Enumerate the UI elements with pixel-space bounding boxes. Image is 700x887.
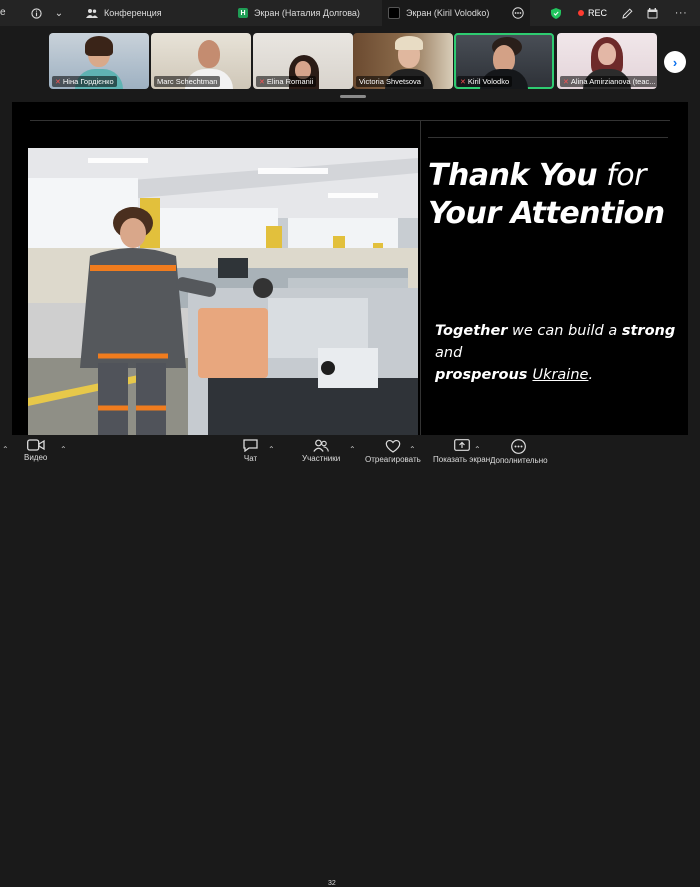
video-camera-icon	[26, 439, 45, 451]
chevron-up-icon[interactable]: ⌃	[268, 445, 275, 454]
rec-label: REC	[588, 8, 608, 18]
participant-tile[interactable]: Victoria Shvetsova	[353, 33, 453, 89]
participants-button[interactable]: Участники	[302, 439, 340, 463]
participant-name-tag: Marc Schechtman	[154, 76, 221, 87]
slide-divider	[428, 137, 668, 138]
chevron-up-icon[interactable]: ⌃	[474, 445, 481, 454]
subtitle-strong: strong	[621, 323, 676, 339]
participant-hair	[395, 36, 423, 50]
subtitle-strong: prosperous	[435, 367, 533, 383]
participant-name-tag: Victoria Shvetsova	[356, 76, 424, 87]
people-icon	[86, 9, 98, 18]
calendar-view-icon	[647, 7, 657, 18]
chat-bubble-icon	[243, 439, 258, 452]
chat-button[interactable]: Чат	[243, 439, 258, 463]
more-button[interactable]: Дополнительно	[490, 439, 548, 465]
next-page-button[interactable]: ›	[664, 51, 686, 73]
chat-label: Чат	[243, 454, 258, 463]
tab-screen-volodko[interactable]: Экран (Kiril Volodko)	[382, 0, 530, 26]
more-options-icon[interactable]	[512, 7, 524, 19]
participant-name-tag: ✕ Elina Romanii	[256, 76, 317, 87]
ellipsis-icon: ···	[674, 7, 688, 19]
chevron-up-icon[interactable]: ⌃	[349, 445, 356, 454]
participant-tile[interactable]: ✕ Elina Romanii	[253, 33, 353, 89]
participant-name-tag: ✕ Ніна Гордієнко	[52, 76, 117, 87]
participant-video-face	[198, 40, 220, 68]
info-button[interactable]	[28, 0, 44, 26]
mic-muted-icon: ✕	[460, 78, 466, 86]
heart-icon	[385, 439, 401, 453]
heading-strong: Thank You	[428, 158, 598, 193]
annotate-button[interactable]	[620, 0, 634, 26]
tab-bar: e ⌄ Конференция H Экран (Наталия Долгова…	[0, 0, 700, 26]
participant-tile[interactable]: Marc Schechtman	[151, 33, 251, 89]
tab-app-icon	[388, 7, 400, 19]
heading-for: for	[597, 158, 646, 193]
reactions-label: Отреагировать	[365, 455, 421, 464]
tab-fragment: e	[0, 7, 6, 18]
chevron-up-icon[interactable]: ⌃	[409, 445, 416, 454]
slide-subtitle: Together we can build a strong and prosp…	[435, 320, 690, 386]
participants-label: Участники	[302, 454, 341, 463]
security-button[interactable]	[549, 0, 563, 26]
slide-divider	[420, 120, 421, 435]
participant-tile-active-speaker[interactable]: ✕ Kiril Volodko	[454, 33, 554, 89]
shield-icon	[551, 7, 561, 19]
mic-muted-icon: ✕	[563, 78, 569, 86]
tab-conference[interactable]: Конференция	[86, 0, 162, 26]
mic-muted-icon: ✕	[55, 78, 61, 86]
more-icon	[511, 439, 527, 454]
info-icon	[30, 7, 42, 19]
slide-heading: Thank You for Your Attention	[428, 157, 688, 233]
subtitle-text: .	[588, 367, 594, 383]
strip-resize-handle[interactable]	[340, 95, 366, 98]
subtitle-underlined: Ukraine	[532, 367, 589, 383]
window-menu-button[interactable]: ···	[674, 0, 688, 26]
recording-indicator[interactable]: REC	[578, 0, 607, 26]
more-label: Дополнительно	[490, 456, 548, 465]
tab-label: Экран (Наталия Долгова)	[254, 8, 360, 18]
subtitle-strong: Together	[435, 323, 508, 339]
tab-app-icon: H	[238, 8, 248, 18]
subtitle-text: we can build a	[507, 323, 622, 339]
pencil-icon	[621, 7, 633, 19]
participants-count: 32	[328, 880, 336, 887]
share-screen-button[interactable]: Показать экран	[433, 439, 490, 464]
participant-video-face	[598, 43, 616, 65]
workshop-photo-illustration	[28, 148, 418, 435]
tab-label: Конференция	[104, 8, 162, 18]
chevron-right-icon: ›	[672, 54, 678, 70]
chevron-down-icon: ⌄	[54, 7, 64, 19]
slide-photo	[28, 148, 418, 435]
participant-name-tag: ✕ Alina Amirzianova (teac...	[560, 76, 657, 87]
mic-muted-icon: ✕	[259, 78, 265, 86]
tab-label: Экран (Kiril Volodko)	[406, 8, 490, 18]
video-label: Видео	[24, 453, 48, 462]
chevron-up-icon[interactable]: ⌃	[60, 445, 67, 454]
participant-tile[interactable]: ✕ Ніна Гордієнко	[49, 33, 149, 89]
participant-name-tag: ✕ Kiril Volodko	[457, 76, 513, 87]
tab-screen-dolgova[interactable]: H Экран (Наталия Долгова)	[238, 0, 360, 26]
view-button[interactable]	[645, 0, 659, 26]
heading-line2: Your Attention	[428, 196, 665, 231]
share-screen-icon	[453, 439, 470, 451]
participant-hair	[85, 36, 113, 56]
tab-dropdown-button[interactable]: ⌄	[52, 0, 66, 26]
video-button[interactable]: Видео	[24, 439, 47, 462]
meeting-toolbar: ⌃ Видео ⌃ Чат ⌃ Участники 32 ⌃ Отреагиро…	[0, 435, 700, 887]
participant-tile[interactable]: ✕ Alina Amirzianova (teac...	[557, 33, 657, 89]
subtitle-text: and	[435, 345, 463, 361]
chevron-up-icon[interactable]: ⌃	[2, 445, 9, 454]
share-label: Показать экран	[433, 455, 491, 464]
record-dot-icon	[578, 10, 584, 16]
participants-icon	[313, 439, 329, 452]
participant-video-strip: ✕ Ніна Гордієнко Marc Schechtman ✕ Elina R…	[0, 26, 700, 98]
slide-divider	[30, 120, 670, 121]
